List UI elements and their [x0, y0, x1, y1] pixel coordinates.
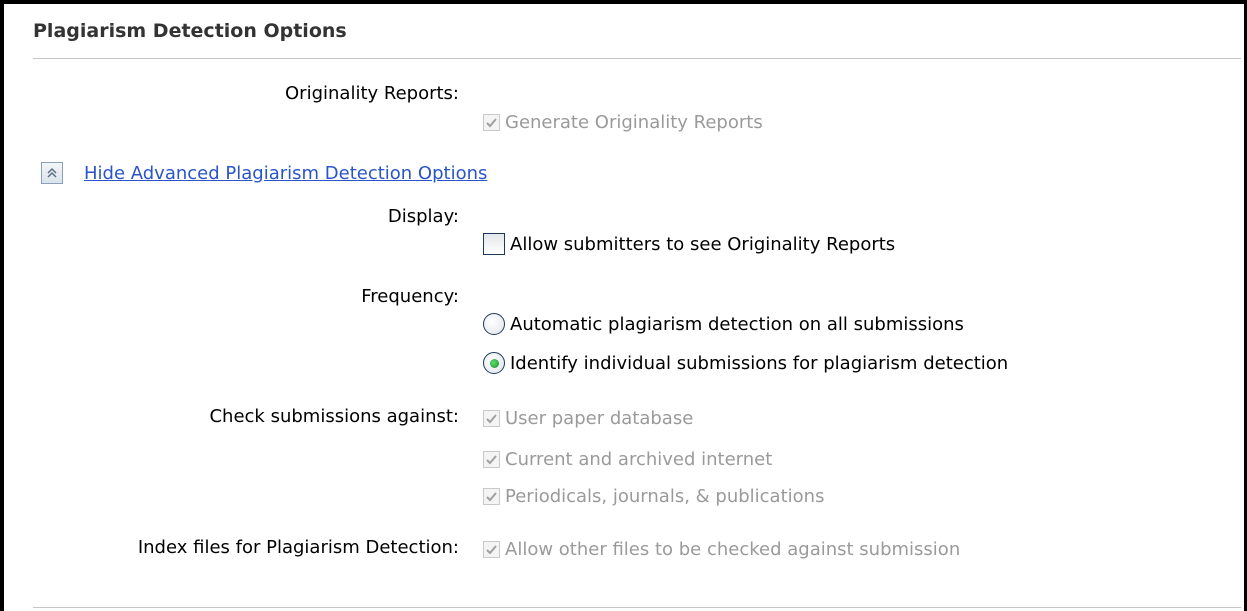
- checkmark-icon: [486, 117, 497, 127]
- current-archived-internet-option[interactable]: Current and archived internet: [483, 447, 772, 471]
- allow-submitters-text: Allow submitters to see Originality Repo…: [510, 233, 896, 255]
- periodicals-journals-option[interactable]: Periodicals, journals, & publications: [483, 484, 824, 508]
- radio-selected-dot: [489, 358, 499, 368]
- user-paper-database-checkbox[interactable]: [483, 409, 500, 427]
- double-chevron-up-icon[interactable]: [41, 162, 63, 184]
- frequency-label: Frequency:: [361, 286, 459, 307]
- header-divider: [33, 58, 1241, 59]
- checkmark-icon: [486, 413, 497, 423]
- periodicals-journals-text: Periodicals, journals, & publications: [505, 485, 825, 507]
- automatic-detection-text: Automatic plagiarism detection on all su…: [510, 313, 964, 335]
- frequency-option-automatic[interactable]: Automatic plagiarism detection on all su…: [483, 312, 964, 336]
- identify-submissions-radio[interactable]: [483, 352, 505, 374]
- generate-originality-reports-text: Generate Originality Reports: [505, 111, 763, 133]
- section-title: Plagiarism Detection Options: [33, 20, 347, 42]
- allow-other-files-option[interactable]: Allow other files to be checked against …: [483, 537, 960, 561]
- periodicals-journals-checkbox[interactable]: [483, 487, 500, 505]
- originality-reports-label: Originality Reports:: [285, 83, 459, 104]
- identify-submissions-text: Identify individual submissions for plag…: [510, 352, 1009, 374]
- panel-frame: [0, 0, 1247, 611]
- allow-other-files-checkbox[interactable]: [483, 540, 500, 558]
- index-files-label: Index files for Plagiarism Detection:: [137, 537, 459, 558]
- generate-originality-reports-checkbox[interactable]: [483, 113, 500, 131]
- advanced-options-toggle[interactable]: Hide Advanced Plagiarism Detection Optio…: [41, 162, 487, 184]
- generate-originality-reports-option[interactable]: Generate Originality Reports: [483, 110, 763, 134]
- display-label: Display:: [387, 206, 459, 227]
- current-archived-internet-checkbox[interactable]: [483, 450, 500, 468]
- user-paper-database-option[interactable]: User paper database: [483, 406, 693, 430]
- check-submissions-label: Check submissions against:: [209, 406, 459, 427]
- user-paper-database-text: User paper database: [505, 407, 694, 429]
- hide-advanced-options-link[interactable]: Hide Advanced Plagiarism Detection Optio…: [84, 163, 487, 184]
- checkmark-icon: [486, 544, 497, 554]
- checkmark-icon: [486, 454, 497, 464]
- checkmark-icon: [486, 491, 497, 501]
- bottom-divider: [33, 607, 1241, 608]
- current-archived-internet-text: Current and archived internet: [505, 448, 773, 470]
- allow-other-files-text: Allow other files to be checked against …: [505, 538, 961, 560]
- allow-submitters-checkbox[interactable]: [483, 233, 505, 255]
- allow-submitters-option[interactable]: Allow submitters to see Originality Repo…: [483, 232, 895, 256]
- automatic-detection-radio[interactable]: [483, 313, 505, 335]
- frequency-option-identify[interactable]: Identify individual submissions for plag…: [483, 351, 1008, 375]
